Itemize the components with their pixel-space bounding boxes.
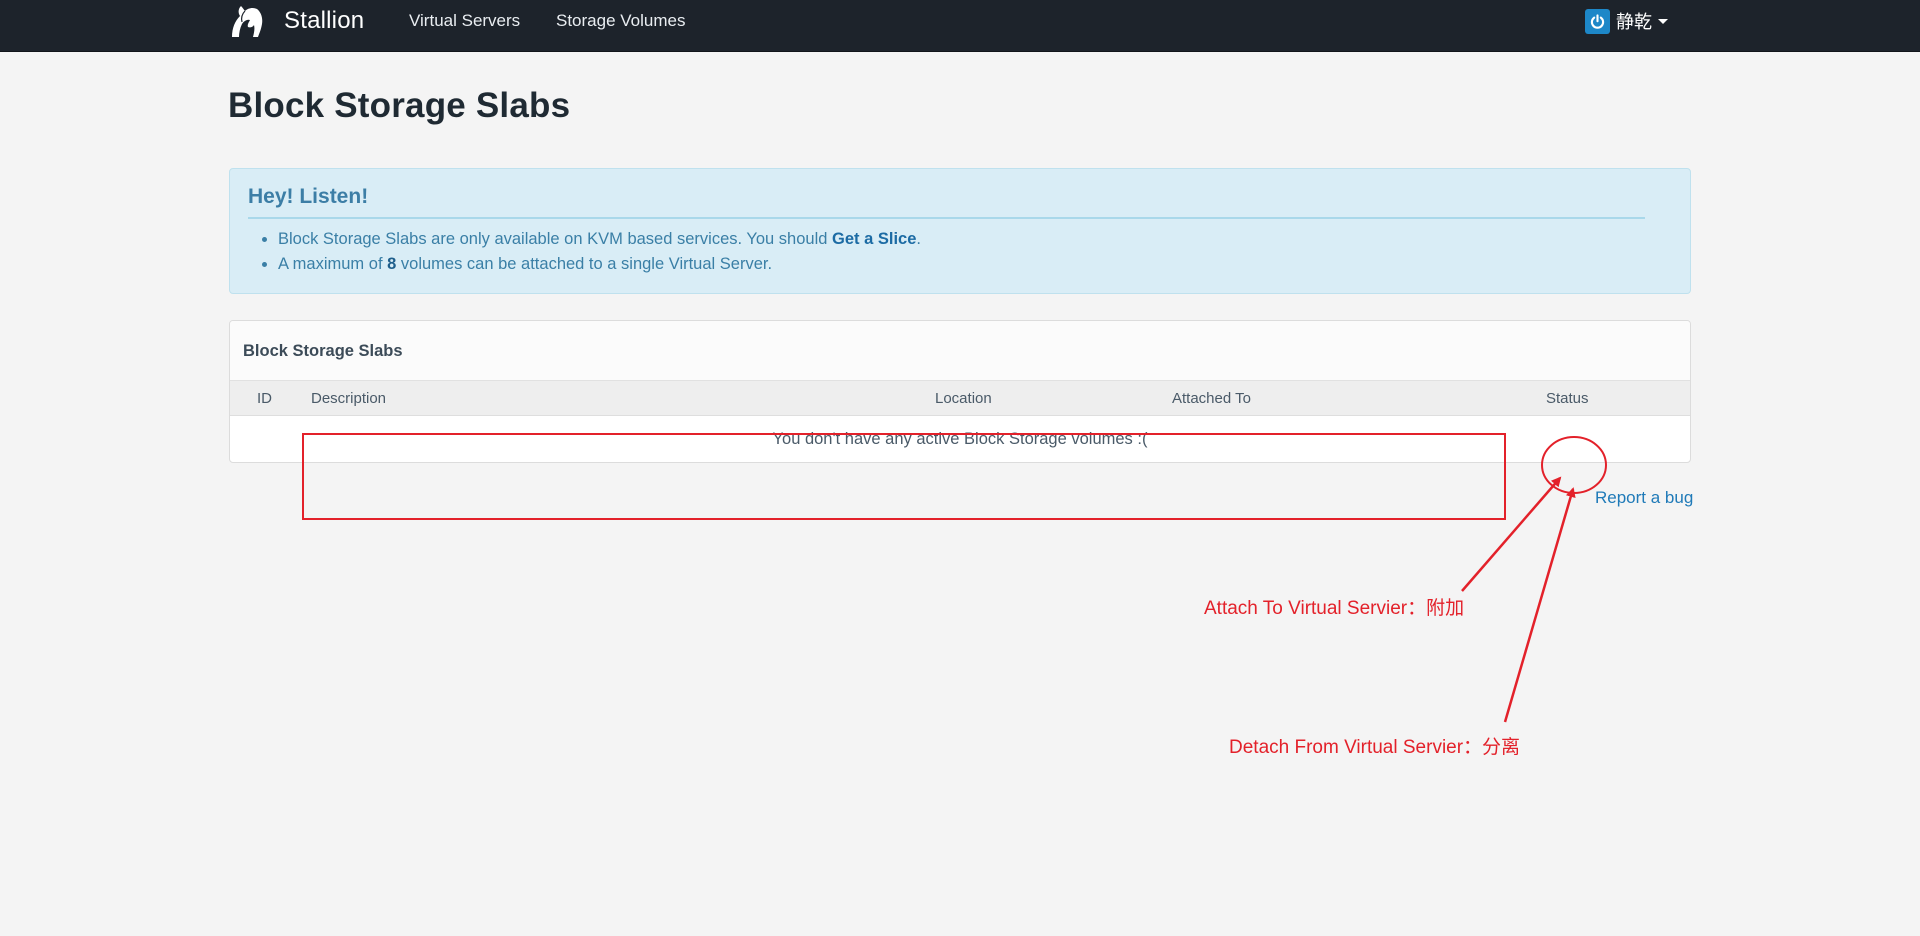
- alert-title: Hey! Listen!: [248, 185, 369, 208]
- nav-link-virtual-servers[interactable]: Virtual Servers: [409, 0, 520, 42]
- report-bug-link[interactable]: Report a bug: [1595, 488, 1693, 508]
- user-menu-dropdown[interactable]: 静乾: [1585, 8, 1668, 34]
- annotation-arrows: [1461, 436, 1607, 723]
- column-header-description: Description: [311, 390, 387, 407]
- user-name: 静乾: [1616, 12, 1652, 33]
- detach-arrow: [1503, 487, 1576, 723]
- alert-item-kvm-end: .: [916, 230, 921, 248]
- horse-logo-icon: [232, 6, 263, 37]
- panel-heading: Block Storage Slabs: [230, 321, 1690, 381]
- get-a-slice-link[interactable]: Get a Slice: [832, 230, 916, 248]
- alert-divider: [248, 217, 1645, 219]
- table-header: ID Description Location Attached To Stat…: [230, 381, 1690, 416]
- info-alert: Hey! Listen! Block Storage Slabs are onl…: [229, 168, 1691, 294]
- brand-home-link[interactable]: Stallion: [228, 0, 364, 42]
- block-storage-panel: Block Storage Slabs ID Description Locat…: [229, 320, 1691, 463]
- column-header-attached-to: Attached To: [1172, 390, 1251, 407]
- column-header-location: Location: [935, 390, 992, 407]
- top-navbar: Stallion Virtual Servers Storage Volumes…: [0, 0, 1920, 52]
- chevron-down-icon: [1658, 18, 1668, 24]
- alert-item-max-suffix: volumes can be attached to a single Virt…: [396, 255, 773, 273]
- alert-item-max-prefix: A maximum of: [278, 255, 388, 273]
- attach-annotation-label: Attach To Virtual Servier：附加: [1204, 598, 1465, 619]
- column-header-id: ID: [257, 390, 272, 407]
- empty-table-message: You don't have any active Block Storage …: [772, 430, 1148, 448]
- nav-link-storage-volumes[interactable]: Storage Volumes: [556, 0, 685, 42]
- alert-item-max-volumes: A maximum of 8 volumes can be attached t…: [278, 252, 921, 277]
- column-header-status: Status: [1546, 390, 1589, 407]
- panel-title: Block Storage Slabs: [243, 342, 403, 360]
- power-icon: [1585, 8, 1610, 34]
- attach-arrow: [1461, 476, 1562, 592]
- page-title: Block Storage Slabs: [228, 86, 571, 125]
- detach-annotation-label: Detach From Virtual Servier：分离: [1229, 737, 1521, 758]
- alert-list: Block Storage Slabs are only available o…: [248, 227, 921, 277]
- brand-name: Stallion: [284, 7, 365, 34]
- alert-item-kvm: Block Storage Slabs are only available o…: [278, 227, 921, 252]
- alert-item-kvm-text: Block Storage Slabs are only available o…: [278, 230, 832, 248]
- max-volumes-count: 8: [387, 255, 397, 273]
